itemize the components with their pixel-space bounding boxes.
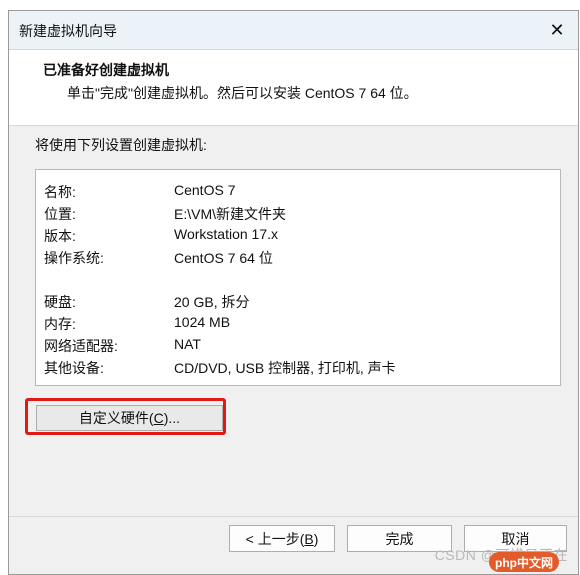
row-key: 位置: [44, 206, 76, 222]
title-bar[interactable]: 新建虚拟机向导 ✕ [9, 11, 578, 50]
back-button[interactable]: < 上一步(B) [229, 525, 335, 552]
settings-summary: 名称: CentOS 7 位置: E:\VM\新建文件夹 版本: Worksta… [35, 169, 561, 386]
row-key: 操作系统: [44, 250, 104, 266]
row-value: Workstation 17.x [174, 226, 279, 242]
customize-label-prefix: 自定义硬件( [78, 410, 154, 426]
php-watermark-badge: php中文网 [489, 552, 559, 572]
window-title: 新建虚拟机向导 [19, 23, 117, 39]
footer-divider [9, 516, 578, 517]
settings-label: 将使用下列设置创建虚拟机: [35, 137, 207, 153]
back-label-prefix: < 上一步( [245, 530, 305, 547]
wizard-window: 新建虚拟机向导 ✕ 已准备好创建虚拟机 单击"完成"创建虚拟机。然后可以安装 C… [8, 10, 579, 575]
row-key: 内存: [44, 316, 76, 332]
close-icon[interactable]: ✕ [544, 17, 570, 43]
row-key: 其他设备: [44, 360, 104, 376]
summary-row-name: 名称: CentOS 7 [36, 182, 560, 204]
summary-row-disk: 硬盘: 20 GB, 拆分 [36, 292, 560, 314]
row-value: CD/DVD, USB 控制器, 打印机, 声卡 [174, 360, 396, 376]
row-value: CentOS 7 64 位 [174, 250, 273, 266]
customize-label-suffix: )... [163, 410, 181, 426]
row-value: E:\VM\新建文件夹 [174, 206, 287, 222]
row-key: 版本: [44, 228, 76, 244]
header-subtitle: 单击"完成"创建虚拟机。然后可以安装 CentOS 7 64 位。 [67, 85, 418, 101]
wizard-header: 已准备好创建虚拟机 单击"完成"创建虚拟机。然后可以安装 CentOS 7 64… [9, 50, 578, 126]
summary-row-memory: 内存: 1024 MB [36, 314, 560, 336]
summary-row-devices: 其他设备: CD/DVD, USB 控制器, 打印机, 声卡 [36, 358, 560, 380]
row-value: NAT [174, 336, 201, 352]
summary-row-os: 操作系统: CentOS 7 64 位 [36, 248, 560, 270]
back-label-suffix: ) [313, 530, 319, 547]
row-value: CentOS 7 [174, 182, 236, 198]
row-key: 网络适配器: [44, 338, 118, 354]
summary-row-version: 版本: Workstation 17.x [36, 226, 560, 248]
customize-hardware-button[interactable]: 自定义硬件(C)... [36, 405, 223, 431]
header-title: 已准备好创建虚拟机 [43, 62, 169, 78]
row-value: 20 GB, 拆分 [174, 294, 250, 310]
summary-row-network: 网络适配器: NAT [36, 336, 560, 358]
back-accesskey: B [304, 530, 314, 547]
customize-accesskey: C [153, 410, 164, 426]
row-value: 1024 MB [174, 314, 231, 330]
row-key: 名称: [44, 184, 76, 200]
summary-row-location: 位置: E:\VM\新建文件夹 [36, 204, 560, 226]
row-key: 硬盘: [44, 294, 76, 310]
